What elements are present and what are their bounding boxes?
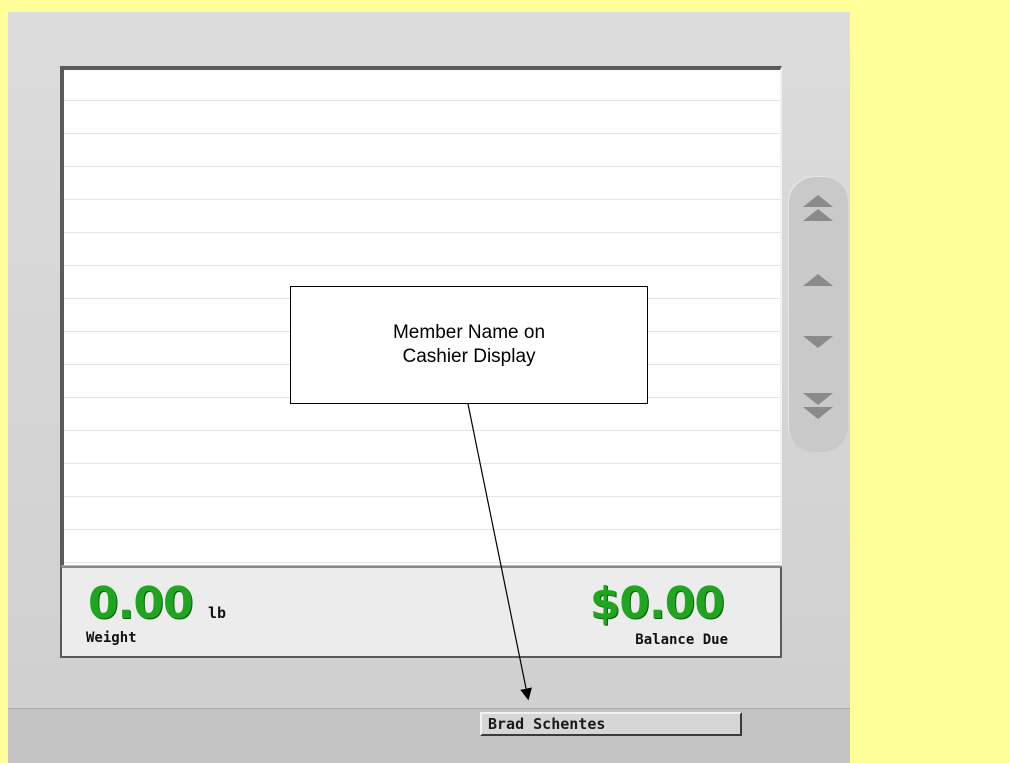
line-down-button[interactable] bbox=[800, 324, 836, 360]
scroll-controls bbox=[788, 176, 848, 452]
line-down-icon bbox=[803, 336, 833, 348]
line-up-button[interactable] bbox=[800, 262, 836, 298]
page-down-button[interactable] bbox=[800, 388, 836, 424]
weight-label: Weight bbox=[86, 630, 137, 646]
page-down-icon bbox=[803, 393, 833, 419]
line-up-icon bbox=[803, 274, 833, 286]
page-up-button[interactable] bbox=[800, 190, 836, 226]
page-up-icon bbox=[803, 195, 833, 221]
callout-line-1: Member Name on bbox=[392, 322, 546, 343]
weight-unit: lb bbox=[208, 604, 227, 622]
totals-panel: 0.00 lb Weight $0.00 Balance Due bbox=[60, 566, 782, 658]
annotation-callout: Member Name on Cashier Display bbox=[290, 286, 648, 404]
member-name-field: Brad Schentes bbox=[480, 712, 742, 736]
weight-value: 0.00 bbox=[88, 578, 194, 629]
callout-line-2: Cashier Display bbox=[402, 346, 536, 367]
balance-due-value: $0.00 bbox=[589, 578, 725, 629]
balance-due-label: Balance Due bbox=[635, 632, 728, 648]
